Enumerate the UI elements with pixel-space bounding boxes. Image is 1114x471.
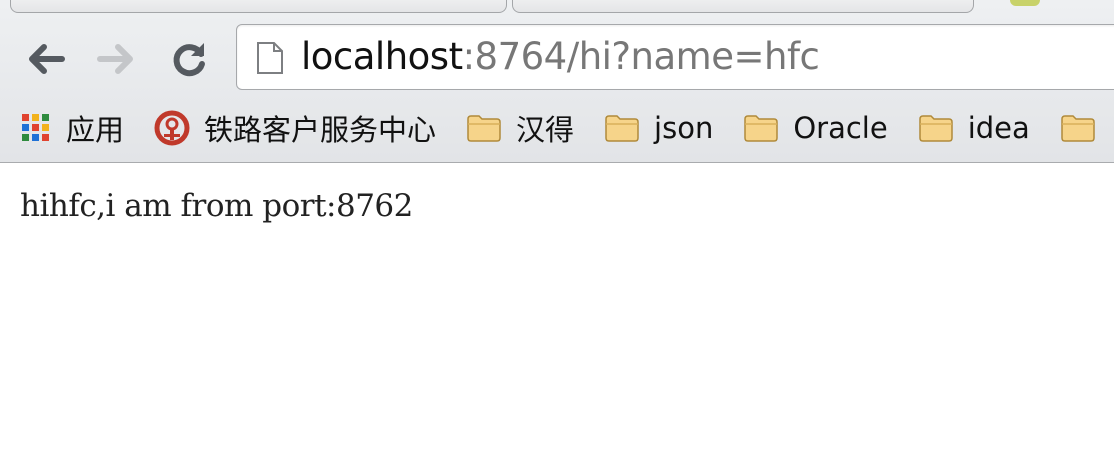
reload-icon [173, 43, 205, 77]
bookmark-label: 汉得 [516, 113, 575, 147]
forward-button[interactable] [94, 36, 140, 82]
browser-chrome: localhost:8764/hi?name=hfc 应用 铁路客户服务中心 汉… [0, 0, 1114, 163]
apps-grid-icon [20, 112, 52, 144]
folder-icon [1060, 113, 1096, 143]
bookmarks-bar: 应用 铁路客户服务中心 汉得 json Oracle idea [0, 100, 1114, 156]
bookmark-label: Oracle [793, 111, 888, 145]
browser-tab-2[interactable] [512, 0, 974, 13]
back-button[interactable] [22, 36, 68, 82]
reload-button[interactable] [166, 36, 212, 82]
bookmark-folder-more[interactable] [1060, 106, 1110, 150]
bookmark-apps[interactable]: 应用 [20, 106, 124, 150]
url-path: :8764/hi?name=hfc [462, 35, 820, 78]
url-host: localhost [301, 35, 463, 78]
bookmark-label: 应用 [66, 113, 125, 147]
url-text[interactable]: localhost:8764/hi?name=hfc [301, 35, 820, 79]
bookmark-folder-oracle[interactable]: Oracle [743, 106, 888, 150]
bookmark-railway[interactable]: 铁路客户服务中心 [154, 106, 436, 150]
bookmark-label: 铁路客户服务中心 [204, 113, 437, 147]
folder-icon [918, 113, 954, 143]
bookmark-folder-idea[interactable]: idea [918, 106, 1030, 150]
bookmark-folder-hande[interactable]: 汉得 [466, 106, 574, 150]
folder-icon [466, 113, 502, 143]
page-icon [257, 42, 283, 74]
folder-icon [604, 113, 640, 143]
browser-tab-1[interactable] [10, 0, 507, 13]
railway-logo-icon [154, 110, 190, 146]
bookmark-label: idea [967, 111, 1030, 145]
arrow-right-icon [97, 44, 133, 74]
bookmark-label: json [654, 111, 714, 145]
page-body-text: hihfc,i am from port:8762 [20, 188, 413, 224]
arrow-left-icon [29, 44, 65, 74]
folder-icon [743, 113, 779, 143]
bookmark-folder-json[interactable]: json [604, 106, 713, 150]
new-tab-icon[interactable] [1010, 0, 1040, 6]
address-bar[interactable]: localhost:8764/hi?name=hfc [236, 24, 1114, 90]
